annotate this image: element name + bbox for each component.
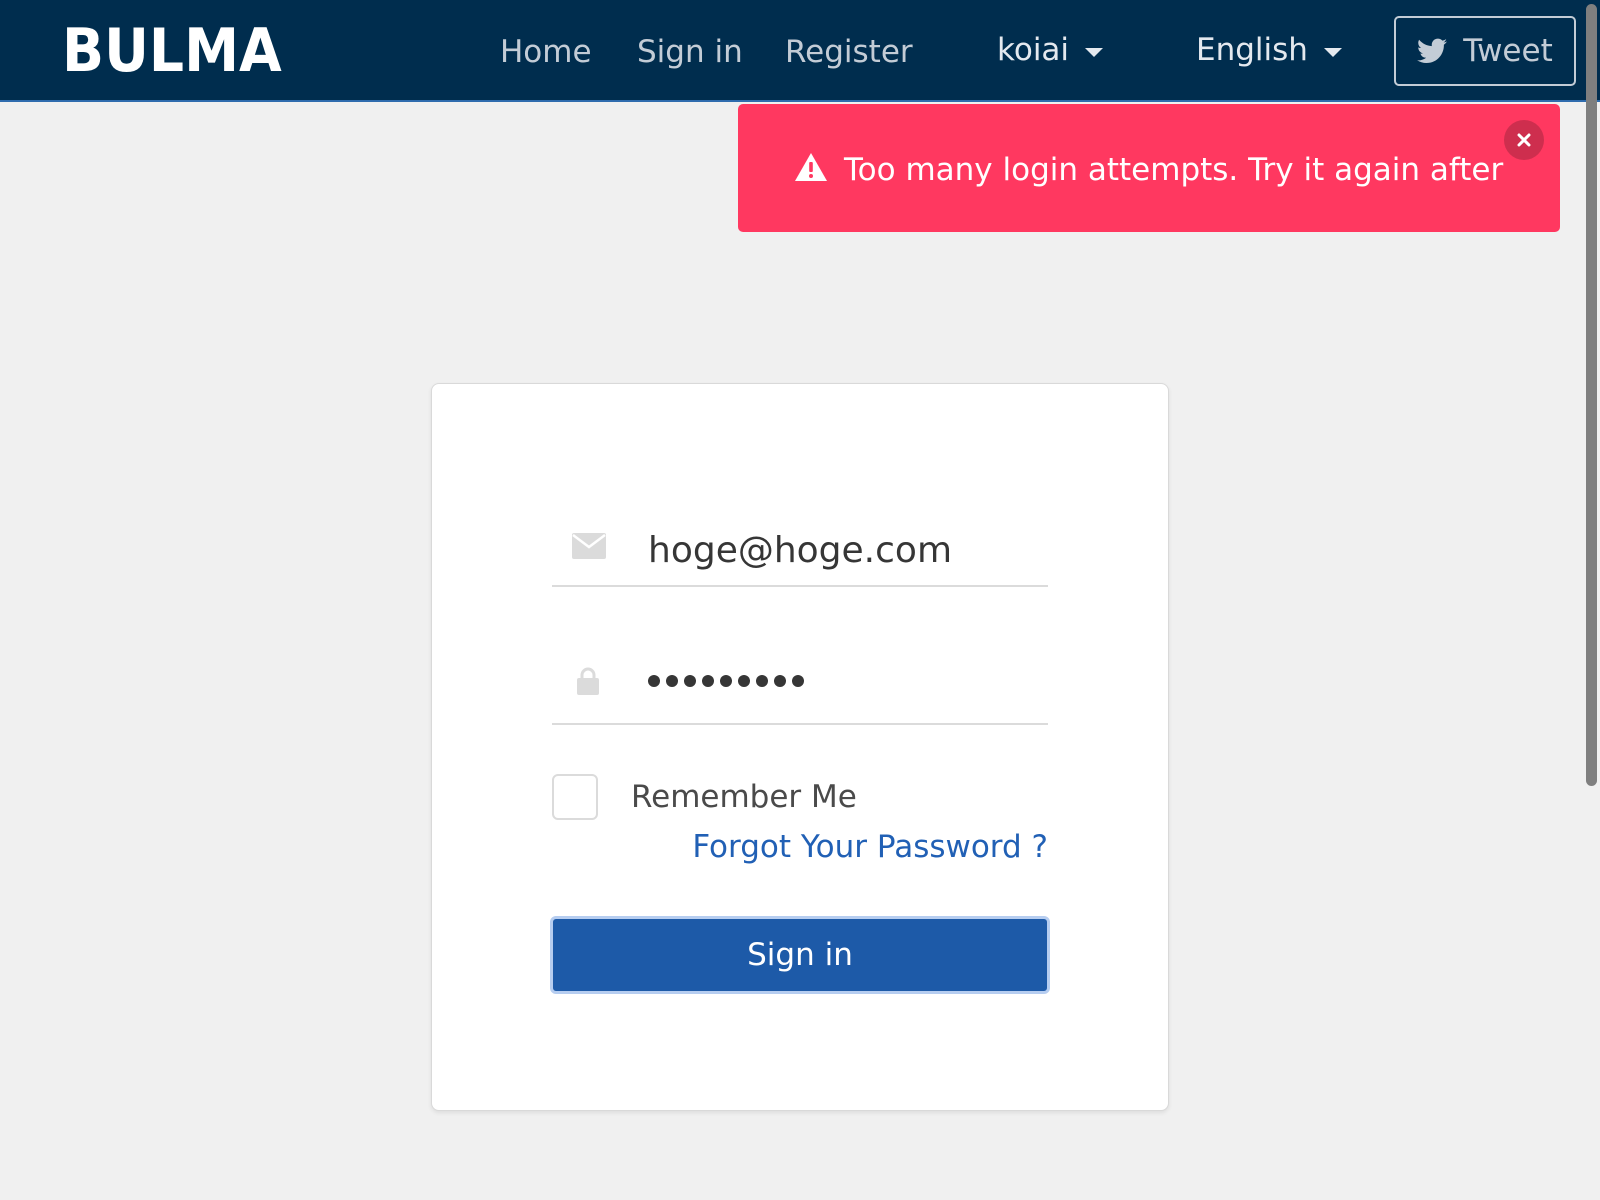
twitter-icon <box>1417 38 1448 63</box>
language-dropdown-label: English <box>1196 32 1308 68</box>
close-icon[interactable] <box>1504 120 1544 160</box>
scrollbar-thumb[interactable] <box>1586 4 1597 786</box>
login-error-alert: Too many login attempts. Try it again af… <box>738 104 1560 232</box>
lock-icon <box>577 667 599 699</box>
user-dropdown-label: koiai <box>997 32 1070 68</box>
forgot-password-link[interactable]: Forgot Your Password ? <box>692 825 1048 869</box>
envelope-icon <box>572 533 606 563</box>
email-input[interactable] <box>648 515 1038 585</box>
chevron-down-icon <box>1323 47 1342 57</box>
tweet-button[interactable]: Tweet <box>1394 16 1576 86</box>
page-scrollbar[interactable] <box>1582 0 1600 1200</box>
alert-message: Too many login attempts. Try it again af… <box>844 152 1504 188</box>
nav-link-home[interactable]: Home <box>500 30 592 74</box>
sign-in-button[interactable]: Sign in <box>550 916 1050 994</box>
brand-logo[interactable]: BULMA <box>62 14 282 88</box>
remember-me-checkbox[interactable] <box>552 774 598 820</box>
user-dropdown[interactable]: koiai <box>997 28 1104 72</box>
remember-me-label: Remember Me <box>631 779 857 815</box>
login-card: Remember Me Forgot Your Password ? Sign … <box>431 383 1169 1111</box>
password-field <box>552 653 1048 725</box>
nav-link-sign-in[interactable]: Sign in <box>637 30 743 74</box>
nav-link-register[interactable]: Register <box>785 30 913 74</box>
navbar: BULMA Home Sign in Register koiai Englis… <box>0 0 1600 102</box>
tweet-button-label: Tweet <box>1463 33 1553 69</box>
email-field <box>552 515 1048 587</box>
language-dropdown[interactable]: English <box>1196 28 1342 72</box>
password-input[interactable] <box>648 675 804 687</box>
chevron-down-icon <box>1085 47 1104 57</box>
warning-icon <box>794 152 828 186</box>
